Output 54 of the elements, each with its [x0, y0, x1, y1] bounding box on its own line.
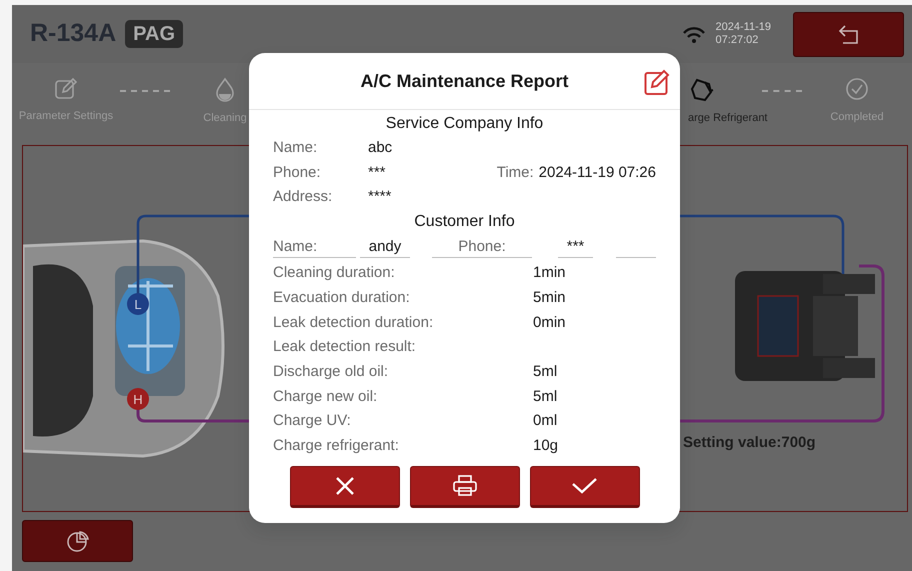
field-value: **** [368, 187, 392, 208]
setting-value: Setting value:700g [683, 433, 816, 453]
step-label: arge Refrigerant [687, 111, 768, 126]
return-arrow-icon [836, 24, 860, 44]
field-value: 0ml [533, 411, 558, 432]
field-value: 0min [533, 312, 566, 333]
field-label: Discharge old oil: [273, 362, 390, 382]
pencil-square-icon [54, 77, 78, 100]
section-heading: Customer Info [413, 212, 516, 232]
check-icon [571, 476, 598, 496]
edit-button[interactable] [644, 69, 670, 95]
field-label: Leak detection duration: [273, 312, 434, 333]
wifi-icon [682, 24, 706, 44]
back-button[interactable] [793, 12, 904, 56]
section-heading: Service Company Info [384, 114, 544, 134]
field-value: 10g [533, 436, 558, 456]
field-label: Evacuation duration: [273, 288, 411, 308]
field-value: abc [368, 138, 392, 158]
field-label: Charge new oil: [273, 386, 378, 407]
field-label: Phone: [273, 162, 322, 183]
field-value: 5ml [533, 386, 558, 407]
status-date: 2024-11-19 [716, 21, 771, 34]
field-label: Name: [273, 138, 318, 158]
low-pressure-marker: L [127, 293, 149, 315]
close-button[interactable] [290, 466, 400, 508]
high-pressure-marker: H [127, 388, 149, 410]
field-label: Time: [496, 162, 534, 183]
check-circle-icon [845, 77, 869, 101]
field-label: Cleaning duration: [273, 263, 396, 284]
edit-icon [644, 69, 670, 95]
close-icon [334, 474, 356, 497]
field-label: Charge UV: [273, 411, 352, 432]
field-value: *** [368, 162, 386, 183]
field-value: 5ml [533, 362, 558, 382]
confirm-button[interactable] [530, 466, 640, 508]
field-label: Phone: [432, 236, 532, 258]
chart-button[interactable] [22, 520, 133, 562]
status-time: 07:27:02 [716, 34, 760, 47]
field-label: Name: [273, 236, 356, 258]
field-value: 1min [533, 263, 566, 284]
printer-icon [452, 474, 478, 498]
pie-chart-icon [66, 530, 90, 552]
field-value: andy [360, 236, 410, 258]
field-value: 5min [533, 288, 566, 308]
field-label: Leak detection result: [273, 337, 417, 358]
print-button[interactable] [410, 466, 520, 508]
refrigerant-type: R-134A [30, 18, 116, 50]
field-value: *** [558, 236, 593, 258]
field-label: Address: [273, 187, 334, 208]
field-label: Charge refrigerant: [273, 436, 400, 456]
field-value: 2024-11-19 07:26 [538, 162, 656, 183]
water-drop-icon [213, 77, 237, 102]
oil-type-badge: PAG [125, 20, 184, 48]
dialog-title: A/C Maintenance Report [360, 70, 569, 93]
